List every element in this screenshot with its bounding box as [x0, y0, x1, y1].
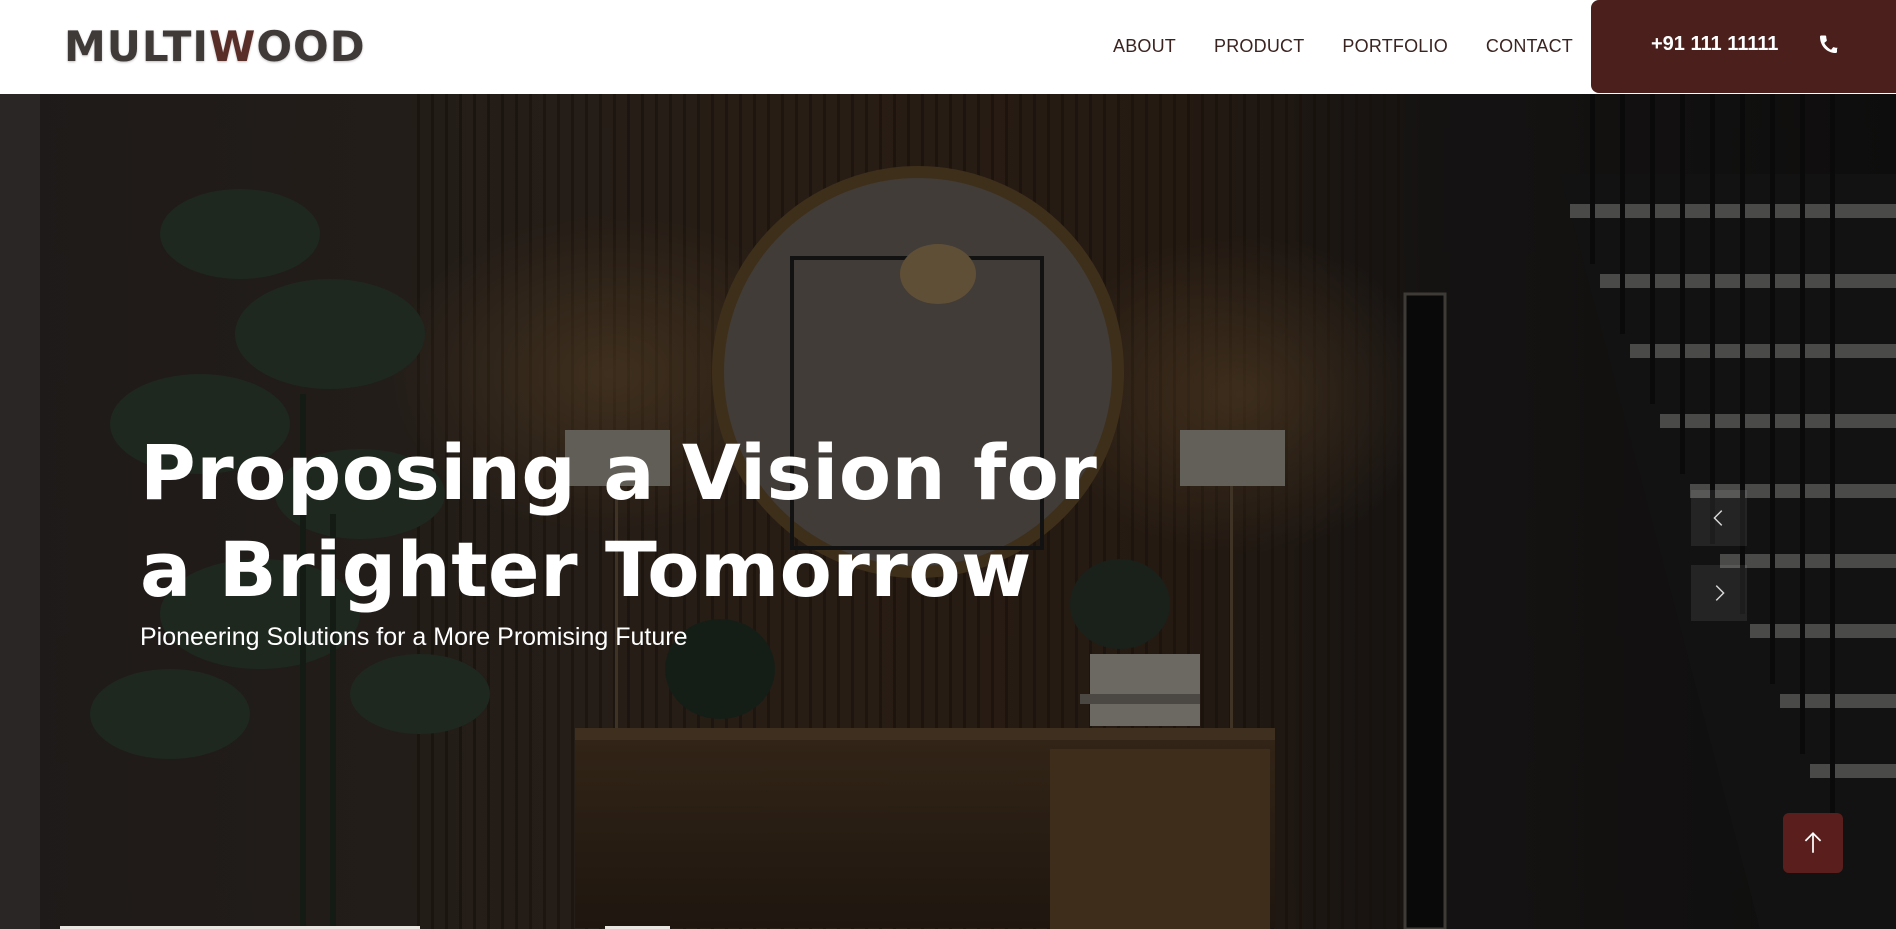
logo-text-accent: W — [209, 22, 257, 71]
slider-prev-button[interactable] — [1691, 490, 1747, 546]
phone-number: +91 111 11111 — [1651, 33, 1779, 55]
chevron-right-icon — [1715, 585, 1725, 601]
chevron-left-icon — [1713, 510, 1723, 526]
slider-next-button[interactable] — [1691, 565, 1747, 621]
logo-text-start: MULTI — [64, 22, 209, 71]
phone-icon — [1820, 35, 1838, 53]
main-nav: ABOUT PRODUCT PORTFOLIO CONTACT — [1113, 34, 1611, 58]
nav-item-contact[interactable]: CONTACT — [1486, 34, 1573, 58]
nav-item-about[interactable]: ABOUT — [1113, 34, 1176, 58]
hero-title: Proposing a Vision for a Brighter Tomorr… — [140, 428, 1098, 614]
scroll-to-top-button[interactable] — [1783, 813, 1843, 873]
site-logo[interactable]: MULTIWOOD — [64, 20, 366, 74]
nav-item-portfolio[interactable]: PORTFOLIO — [1342, 34, 1448, 58]
hero-section: Proposing a Vision for a Brighter Tomorr… — [0, 94, 1896, 929]
site-header: MULTIWOOD ABOUT PRODUCT PORTFOLIO CONTAC… — [0, 0, 1896, 94]
nav-item-product[interactable]: PRODUCT — [1214, 34, 1304, 58]
phone-button[interactable]: +91 111 11111 — [1591, 0, 1896, 93]
hero-subtitle: Pioneering Solutions for a More Promisin… — [140, 623, 688, 651]
arrow-up-icon — [1804, 832, 1822, 853]
logo-text-end: OOD — [256, 22, 366, 71]
